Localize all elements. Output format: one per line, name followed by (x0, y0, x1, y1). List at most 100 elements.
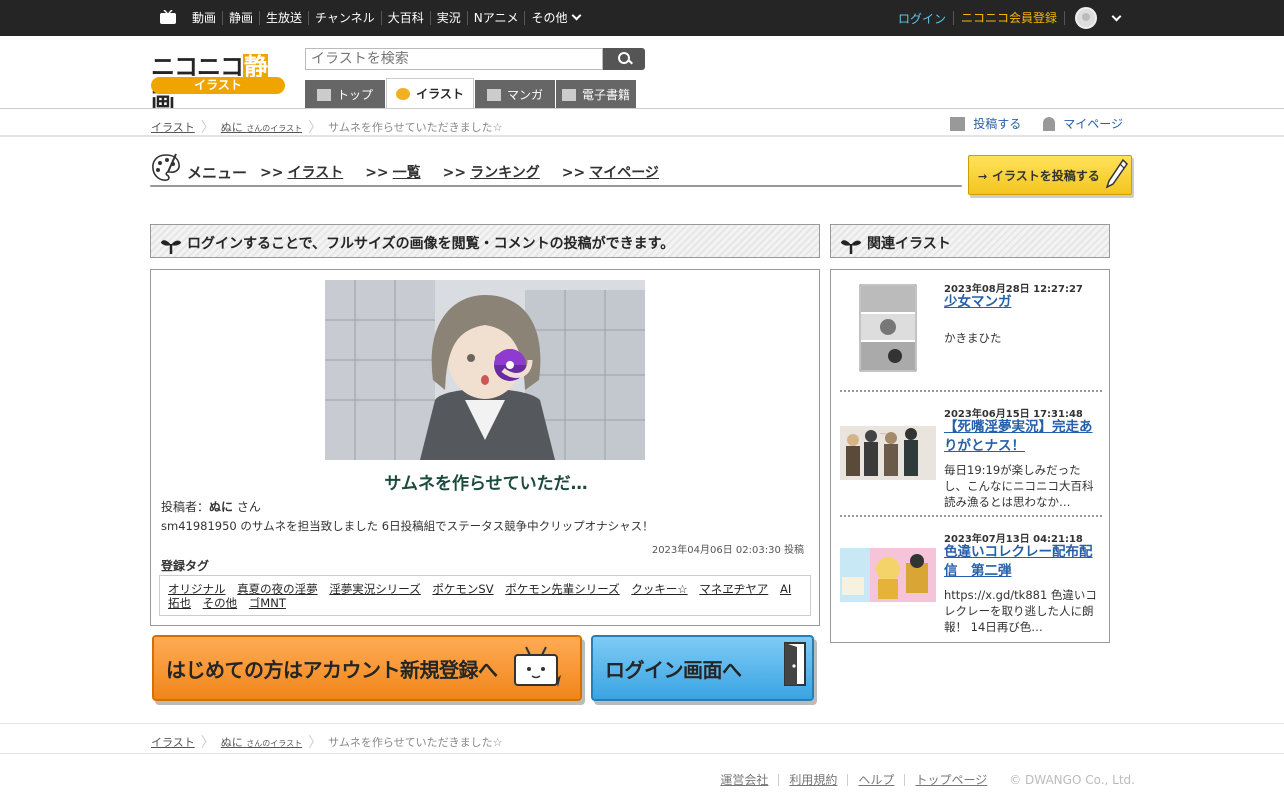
nav-jikkyo[interactable]: 実況 (429, 11, 467, 25)
mypage-link[interactable]: マイページ (1063, 115, 1123, 132)
tab-top[interactable]: トップ (305, 80, 385, 109)
tag-item[interactable]: ポケモンSV (432, 582, 493, 596)
search-input[interactable] (305, 48, 603, 70)
posted-date: 2023年04月06日 02:03:30 投稿 (651, 545, 804, 556)
breadcrumb-bar: イラスト 〉 ぬに さんのイラスト 〉 サムネを作らせていただきました☆ 投稿す… (0, 109, 1284, 137)
tag-item[interactable]: 真夏の夜の淫夢 (237, 582, 318, 596)
tags-heading: 登録タグ (161, 559, 210, 573)
menu-underline (150, 185, 962, 187)
footer-link-terms[interactable]: 利用規約 (778, 774, 847, 786)
tab-ebook[interactable]: 電子書籍 (556, 80, 636, 109)
chevron-right-icon: 〉 (308, 735, 323, 751)
tag-item[interactable]: 淫夢実況シリーズ (329, 582, 420, 596)
chevron-down-icon[interactable] (1111, 11, 1122, 21)
footer-link-company[interactable]: 運営会社 (710, 774, 778, 786)
tab-illust[interactable]: イラスト (386, 78, 474, 108)
breadcrumb-root[interactable]: イラスト (151, 119, 195, 135)
related-item[interactable]: 2023年07月13日 04:21:18 色違いコレクレー配布配信 第二弾 ht… (840, 530, 1102, 640)
footer-breadcrumb-bar: イラスト 〉 ぬに さんのイラスト 〉 サムネを作らせていただきました☆ (0, 723, 1284, 754)
nav-channel[interactable]: チャンネル (308, 11, 381, 25)
related-thumbnail[interactable] (840, 533, 936, 623)
poster-info: 投稿者：ぬに さん (161, 500, 261, 514)
related-title[interactable]: 少女マンガ (944, 293, 1102, 312)
user-actions: 投稿する マイページ (950, 115, 1123, 132)
global-nav: 動画 静画 生放送 チャンネル 大百科 実況 Nアニメ その他 (186, 0, 586, 36)
footer-link-top[interactable]: トップページ (904, 774, 997, 786)
avatar[interactable] (1075, 7, 1097, 29)
home-icon (316, 88, 331, 101)
post-link[interactable]: 投稿する (973, 115, 1021, 132)
tag-item[interactable]: ゴMNT (249, 596, 286, 610)
related-title[interactable]: 色違いコレクレー配布配信 第二弾 (944, 543, 1102, 581)
breadcrumb: イラスト 〉 ぬに さんのイラスト 〉 サムネを作らせていただきました☆ (151, 117, 503, 137)
tv-mascot-icon (514, 646, 561, 687)
related-desc: 毎日19:19が楽しみだったし、こんなにニコニコ大百科読み漁るとは思わなか… (944, 463, 1094, 509)
breadcrumb-root[interactable]: イラスト (151, 734, 195, 750)
illust-title: サムネを作らせていただ… (384, 474, 588, 494)
login-link[interactable]: ログイン (898, 10, 953, 27)
login-banner[interactable]: ログイン画面へ (591, 635, 814, 701)
arrow-right-icon: → (978, 170, 988, 183)
nav-douga[interactable]: 動画 (186, 11, 222, 25)
menu-link-ranking[interactable]: >> ランキング (443, 162, 540, 182)
menu-links: >> イラスト >> 一覧 >> ランキング >> マイページ (260, 162, 681, 182)
palette-icon (396, 87, 411, 100)
search-bar (305, 48, 645, 70)
menu-link-list[interactable]: >> 一覧 (365, 162, 420, 182)
breadcrumb-user[interactable]: ぬに さんのイラスト (221, 734, 302, 750)
tab-manga[interactable]: マンガ (475, 80, 555, 109)
logo-subtitle: イラスト (151, 77, 285, 94)
nav-live[interactable]: 生放送 (259, 11, 308, 25)
illust-detail-panel: サムネを作らせていただ… 投稿者：ぬに さん sm41981950 のサムネを担… (150, 269, 820, 626)
tag-item[interactable]: オリジナル (168, 582, 226, 596)
related-desc: https://x.gd/tk881 色違いコレクレーを取り逃した人に朗報！ 1… (944, 588, 1097, 634)
register-link[interactable]: ニコニコ会員登録 (952, 11, 1065, 25)
post-illust-banner[interactable]: → イラストを投稿する (968, 155, 1132, 195)
nav-anime[interactable]: Nアニメ (466, 11, 525, 25)
chevron-right-icon: 〉 (200, 120, 215, 136)
related-desc: かきまひた (944, 331, 1002, 345)
palette-icon (152, 153, 180, 181)
menu-row: メニュー >> イラスト >> 一覧 >> ランキング >> マイページ (150, 150, 965, 190)
related-title[interactable]: 【死嘴淫夢実況】完走ありがとナス！ (944, 418, 1102, 456)
footer-link-help[interactable]: ヘルプ (847, 774, 904, 786)
book-icon (561, 88, 576, 101)
site-logo[interactable]: ニコニコ静画 イラスト (151, 47, 285, 116)
svg-text:…: … (880, 429, 886, 436)
manga-icon (486, 88, 501, 101)
sprout-icon (161, 240, 181, 254)
divider (840, 390, 1102, 392)
related-item[interactable]: … 2023年06月15日 17:31:48 【死嘴淫夢実況】完走ありがとナス！… (840, 405, 1102, 515)
nav-other[interactable]: その他 (524, 10, 586, 25)
section-tabs: トップ イラスト マンガ 電子書籍 (305, 78, 637, 109)
tag-item[interactable]: クッキー☆ (631, 582, 687, 596)
menu-link-illust[interactable]: >> イラスト (260, 162, 343, 182)
login-notice-header: ログインすることで、フルサイズの画像を閲覧・コメントの投稿ができます。 (150, 224, 820, 258)
menu-title: メニュー (187, 164, 248, 182)
related-thumbnail[interactable]: … (840, 408, 936, 498)
related-thumbnail[interactable] (840, 283, 936, 373)
account-area: ログイン ニコニコ会員登録 (898, 0, 1284, 36)
tag-item[interactable]: その他 (203, 596, 238, 610)
copyright: © DWANGO Co., Ltd. (1009, 773, 1135, 787)
nav-seiga[interactable]: 静画 (222, 11, 259, 25)
related-item[interactable]: 2023年08月28日 12:27:27 少女マンガ かきまひた (840, 280, 1102, 390)
tag-item[interactable]: ポケモン先輩シリーズ (505, 582, 619, 596)
register-banner[interactable]: はじめての方はアカウント新規登録へ (152, 635, 582, 701)
door-icon (784, 642, 806, 686)
pen-icon (1105, 158, 1128, 189)
breadcrumb-current: サムネを作らせていただきました☆ (328, 121, 503, 134)
chevron-down-icon (572, 10, 582, 21)
sprout-icon (841, 240, 861, 254)
breadcrumb-user[interactable]: ぬに さんのイラスト (221, 119, 302, 135)
nav-dic[interactable]: 大百科 (380, 11, 430, 25)
niconico-tv-icon[interactable] (159, 10, 177, 25)
related-header: 関連イラスト (830, 224, 1110, 258)
user-icon (1043, 116, 1056, 131)
poster-name[interactable]: ぬに (209, 500, 233, 514)
menu-link-mypage[interactable]: >> マイページ (562, 162, 659, 182)
tag-item[interactable]: マネヱヂヤア (699, 582, 768, 596)
chevron-right-icon: 〉 (200, 735, 215, 751)
search-button[interactable] (603, 48, 645, 70)
illust-thumbnail[interactable] (325, 280, 645, 460)
